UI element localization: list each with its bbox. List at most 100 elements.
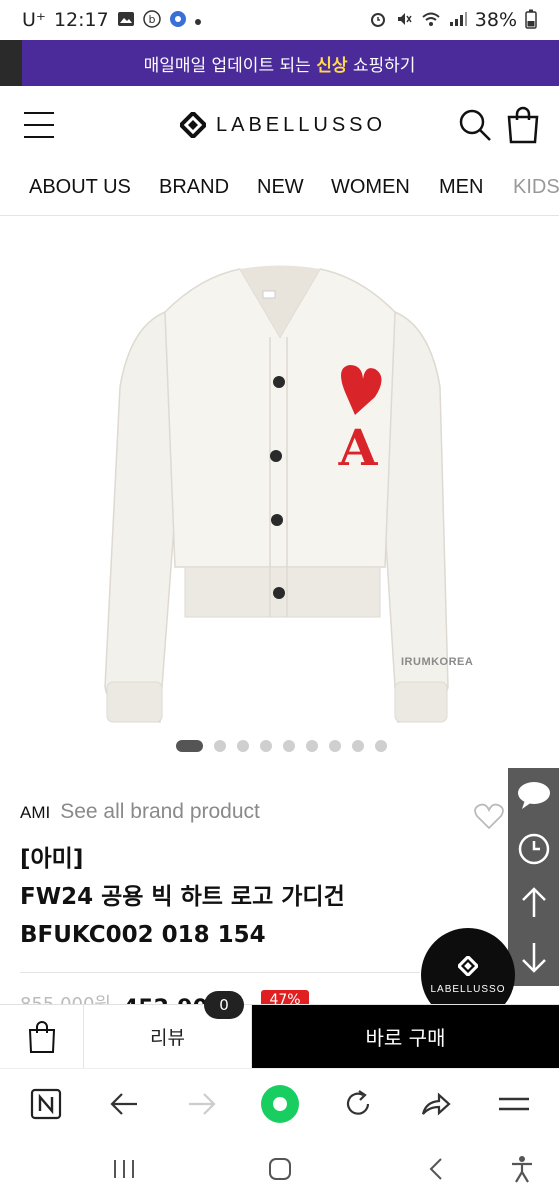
buy-now-button[interactable]: 바로 구매 — [252, 1005, 559, 1068]
scroll-top-button[interactable] — [508, 876, 559, 930]
back-icon — [110, 1093, 137, 1115]
nav-item-new[interactable]: NEW — [257, 176, 304, 199]
menu-button[interactable] — [24, 112, 54, 138]
product-title-line-2: FW24 공용 빅 하트 로고 가디건 — [20, 884, 345, 910]
logo-diamond-icon — [180, 112, 206, 138]
status-bar: U⁺ 12:17 b 38% — [0, 0, 559, 40]
forward-button[interactable] — [182, 1084, 222, 1124]
android-nav-bar — [0, 1138, 559, 1200]
gallery-icon — [117, 11, 135, 30]
status-right: 38% — [369, 9, 537, 32]
refresh-icon — [346, 1090, 370, 1115]
scroll-bottom-icon — [521, 943, 546, 973]
carousel-dot-8[interactable] — [352, 740, 364, 752]
status-left: U⁺ 12:17 b — [22, 9, 201, 31]
wishlist-button[interactable] — [474, 802, 504, 830]
carousel-dot-3[interactable] — [237, 740, 249, 752]
carousel-dot-4[interactable] — [260, 740, 272, 752]
nav-item-about-us[interactable]: ABOUT US — [29, 176, 131, 199]
svg-text:A: A — [338, 418, 379, 477]
menu-more-button[interactable] — [494, 1084, 534, 1124]
b-app-icon: b — [142, 9, 161, 31]
clock: 12:17 — [53, 9, 109, 31]
site-logo[interactable]: LABELLUSSO — [180, 108, 386, 142]
carousel-dot-9[interactable] — [375, 740, 387, 752]
carousel-dot-7[interactable] — [329, 740, 341, 752]
menu-icon — [499, 1097, 529, 1111]
promo-banner[interactable]: 매일매일 업데이트 되는 신상 쇼핑하기 — [0, 40, 559, 86]
back-nav-icon — [429, 1158, 442, 1180]
site-header: LABELLUSSO — [0, 86, 559, 164]
nav-item-kids[interactable]: KIDS — [513, 176, 559, 199]
product-title-line-1: [아미] — [20, 846, 84, 872]
promo-text-after: 쇼핑하기 — [347, 55, 416, 76]
category-nav: ABOUT US BRAND NEW WOMEN MEN KIDS — [0, 164, 559, 216]
image-carousel-dots — [176, 740, 387, 752]
menu-line — [24, 112, 54, 114]
buy-now-label: 바로 구매 — [365, 1026, 446, 1050]
history-button[interactable] — [508, 822, 559, 876]
promo-text-before: 매일매일 업데이트 되는 — [143, 55, 317, 76]
accessibility-button[interactable] — [507, 1154, 537, 1184]
back-button[interactable] — [104, 1084, 144, 1124]
review-label: 리뷰 — [150, 1027, 185, 1049]
nav-item-women[interactable]: WOMEN — [331, 176, 410, 199]
brand-row: AMI See all brand product — [20, 800, 260, 824]
carousel-dot-1[interactable] — [176, 740, 203, 752]
carousel-dot-6[interactable] — [306, 740, 318, 752]
scroll-bottom-button[interactable] — [508, 930, 559, 984]
image-watermark: IRUMKOREA — [401, 656, 474, 668]
nav-item-brand[interactable]: BRAND — [159, 176, 229, 199]
chat-icon — [517, 782, 550, 809]
heart-icon — [474, 803, 504, 830]
floating-tools — [508, 768, 559, 986]
history-icon — [518, 833, 549, 865]
refresh-button[interactable] — [338, 1084, 378, 1124]
forward-icon — [189, 1093, 216, 1115]
recents-button[interactable] — [109, 1154, 139, 1184]
shopping-bag-icon — [28, 1020, 55, 1053]
naver-button[interactable] — [26, 1084, 66, 1124]
home-green-icon — [261, 1085, 299, 1123]
notification-app-icon — [169, 10, 187, 31]
scroll-top-icon — [521, 887, 546, 917]
share-button[interactable] — [416, 1084, 456, 1124]
home-icon — [269, 1158, 291, 1180]
brand-name[interactable]: AMI — [20, 803, 50, 823]
logo-text: LABELLUSSO — [216, 113, 387, 136]
home-button[interactable] — [265, 1154, 295, 1184]
shopping-bag-button[interactable] — [506, 106, 540, 144]
svg-text:b: b — [148, 13, 155, 26]
product-title-line-3: BFUKC002 018 154 — [20, 922, 266, 948]
signal-icon — [449, 11, 467, 30]
home-green-button[interactable] — [260, 1084, 300, 1124]
cardigan-image: A — [104, 265, 449, 723]
accessibility-icon — [512, 1156, 532, 1183]
battery-label: 38% — [474, 9, 517, 31]
shopping-bag-icon — [507, 106, 539, 144]
chat-button[interactable] — [508, 768, 559, 822]
mute-icon — [395, 10, 413, 31]
share-icon — [421, 1092, 451, 1116]
cart-button[interactable] — [0, 1005, 84, 1068]
carousel-dot-2[interactable] — [214, 740, 226, 752]
battery-icon — [525, 9, 537, 32]
product-image[interactable]: A — [0, 217, 559, 737]
carrier-label: U⁺ — [22, 9, 46, 31]
search-icon — [459, 109, 491, 141]
naver-icon — [30, 1088, 62, 1120]
nav-item-men[interactable]: MEN — [439, 176, 483, 199]
dot-icon — [194, 12, 201, 28]
review-count-badge: 0 — [204, 991, 244, 1019]
menu-line — [24, 124, 54, 126]
carousel-dot-5[interactable] — [283, 740, 295, 752]
wifi-icon — [421, 11, 441, 30]
product-title: [아미] FW24 공용 빅 하트 로고 가디건 BFUKC002 018 15… — [20, 840, 420, 954]
back-nav-button[interactable] — [421, 1154, 451, 1184]
promo-left-strip — [0, 40, 22, 86]
search-button[interactable] — [458, 108, 492, 142]
browser-toolbar — [0, 1068, 559, 1138]
menu-line — [24, 136, 54, 138]
logo-diamond-icon — [458, 955, 478, 976]
brand-products-link[interactable]: See all brand product — [60, 800, 260, 824]
